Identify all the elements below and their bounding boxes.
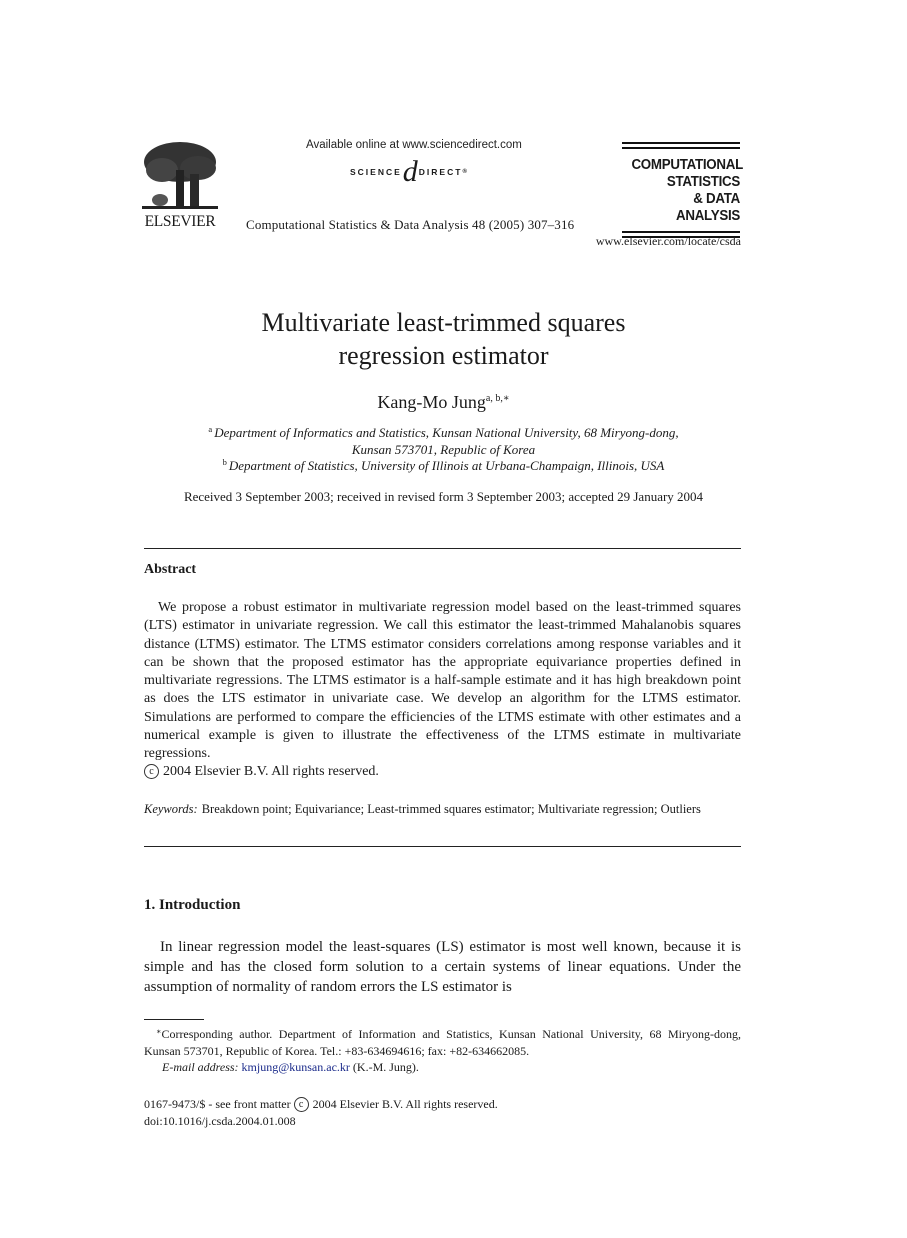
sciencedirect-right: DIRECT <box>418 167 463 177</box>
sciencedirect-left: SCIENCE <box>350 167 402 177</box>
footnote-rule <box>144 1019 204 1020</box>
journal-logo-title: COMPUTATIONAL STATISTICS & DATA ANALYSIS <box>631 157 743 225</box>
elsevier-tree-logo-icon <box>140 140 220 212</box>
abstract-copyright: c 2004 Elsevier B.V. All rights reserved. <box>144 764 379 780</box>
logo-rule <box>622 147 740 149</box>
journal-logo: COMPUTATIONAL STATISTICS & DATA ANALYSIS <box>622 142 743 241</box>
keywords: Keywords: Breakdown point; Equivariance; … <box>144 800 741 818</box>
abstract-text: We propose a robust estimator in multiva… <box>144 600 741 762</box>
front-matter: 0167-9473/$ - see front matter c 2004 Els… <box>144 1096 498 1130</box>
copyright-text: 2004 Elsevier B.V. All rights reserved. <box>312 1097 498 1111</box>
title-line: regression estimator <box>338 341 549 370</box>
email-label: E-mail address: <box>162 1060 239 1074</box>
author-marks: a, b,∗ <box>485 393 510 404</box>
corresponding-text: Corresponding author. Department of Info… <box>144 1027 741 1058</box>
section-heading-introduction: 1. Introduction <box>144 897 241 913</box>
journal-logo-line: STATISTICS <box>666 174 740 190</box>
affiliation-mark: b <box>222 457 227 467</box>
abstract-heading: Abstract <box>144 562 197 577</box>
registered-mark: ® <box>462 169 467 175</box>
copyright-icon: c <box>293 1097 309 1112</box>
sciencedirect-mark-icon: d <box>402 155 418 188</box>
doi-link[interactable]: doi:10.1016/j.csda.2004.01.008 <box>144 1113 498 1130</box>
affiliation-b: b Department of Statistics, University of… <box>0 454 887 474</box>
introduction-text: In linear regression model the least-squ… <box>144 939 741 995</box>
affiliation-line: Department of Statistics, University of … <box>228 458 665 473</box>
divider <box>144 548 741 549</box>
affiliation-a: a Department of Informatics and Statistic… <box>0 421 887 458</box>
journal-logo-line: COMPUTATIONAL <box>631 157 743 173</box>
email-note: E-mail address: kmjung@kunsan.ac.kr (K.-… <box>144 1059 741 1076</box>
issn-text: 0167-9473/$ - see front matter <box>144 1097 291 1111</box>
journal-logo-line: & DATA ANALYSIS <box>675 191 740 224</box>
journal-citation: Computational Statistics & Data Analysis… <box>246 217 575 232</box>
author: Kang-Mo Junga, b,∗ <box>0 392 887 413</box>
copyright-text: 2004 Elsevier B.V. All rights reserved. <box>163 764 379 779</box>
email-suffix: (K.-M. Jung). <box>352 1060 419 1074</box>
footnote: ∗Corresponding author. Department of Inf… <box>144 1024 741 1076</box>
email-link[interactable]: kmjung@kunsan.ac.kr <box>242 1060 350 1074</box>
journal-url-link[interactable]: www.elsevier.com/locate/csda <box>596 234 741 249</box>
divider <box>144 846 741 847</box>
copyright-icon: c <box>144 764 159 779</box>
logo-rule <box>622 142 740 144</box>
elsevier-wordmark: ELSEVIER <box>144 213 216 230</box>
corresponding-author-note: ∗Corresponding author. Department of Inf… <box>144 1024 741 1059</box>
logo-rule <box>622 231 740 233</box>
title-line: Multivariate least-trimmed squares <box>261 308 626 337</box>
keywords-list: Breakdown point; Equivariance; Least-tri… <box>201 802 701 816</box>
author-name: Kang-Mo Jung <box>377 392 486 412</box>
received-dates: Received 3 September 2003; received in r… <box>183 489 704 504</box>
available-online-text[interactable]: Available online at www.sciencedirect.co… <box>306 139 522 151</box>
keywords-label: Keywords: <box>144 802 198 816</box>
sciencedirect-logo: SCIENCE d DIRECT ® <box>350 157 467 187</box>
article-title: Multivariate least-trimmed squares regre… <box>0 306 887 372</box>
affiliation-line: Department of Informatics and Statistics… <box>214 425 679 440</box>
affiliation-mark: a <box>208 424 213 434</box>
